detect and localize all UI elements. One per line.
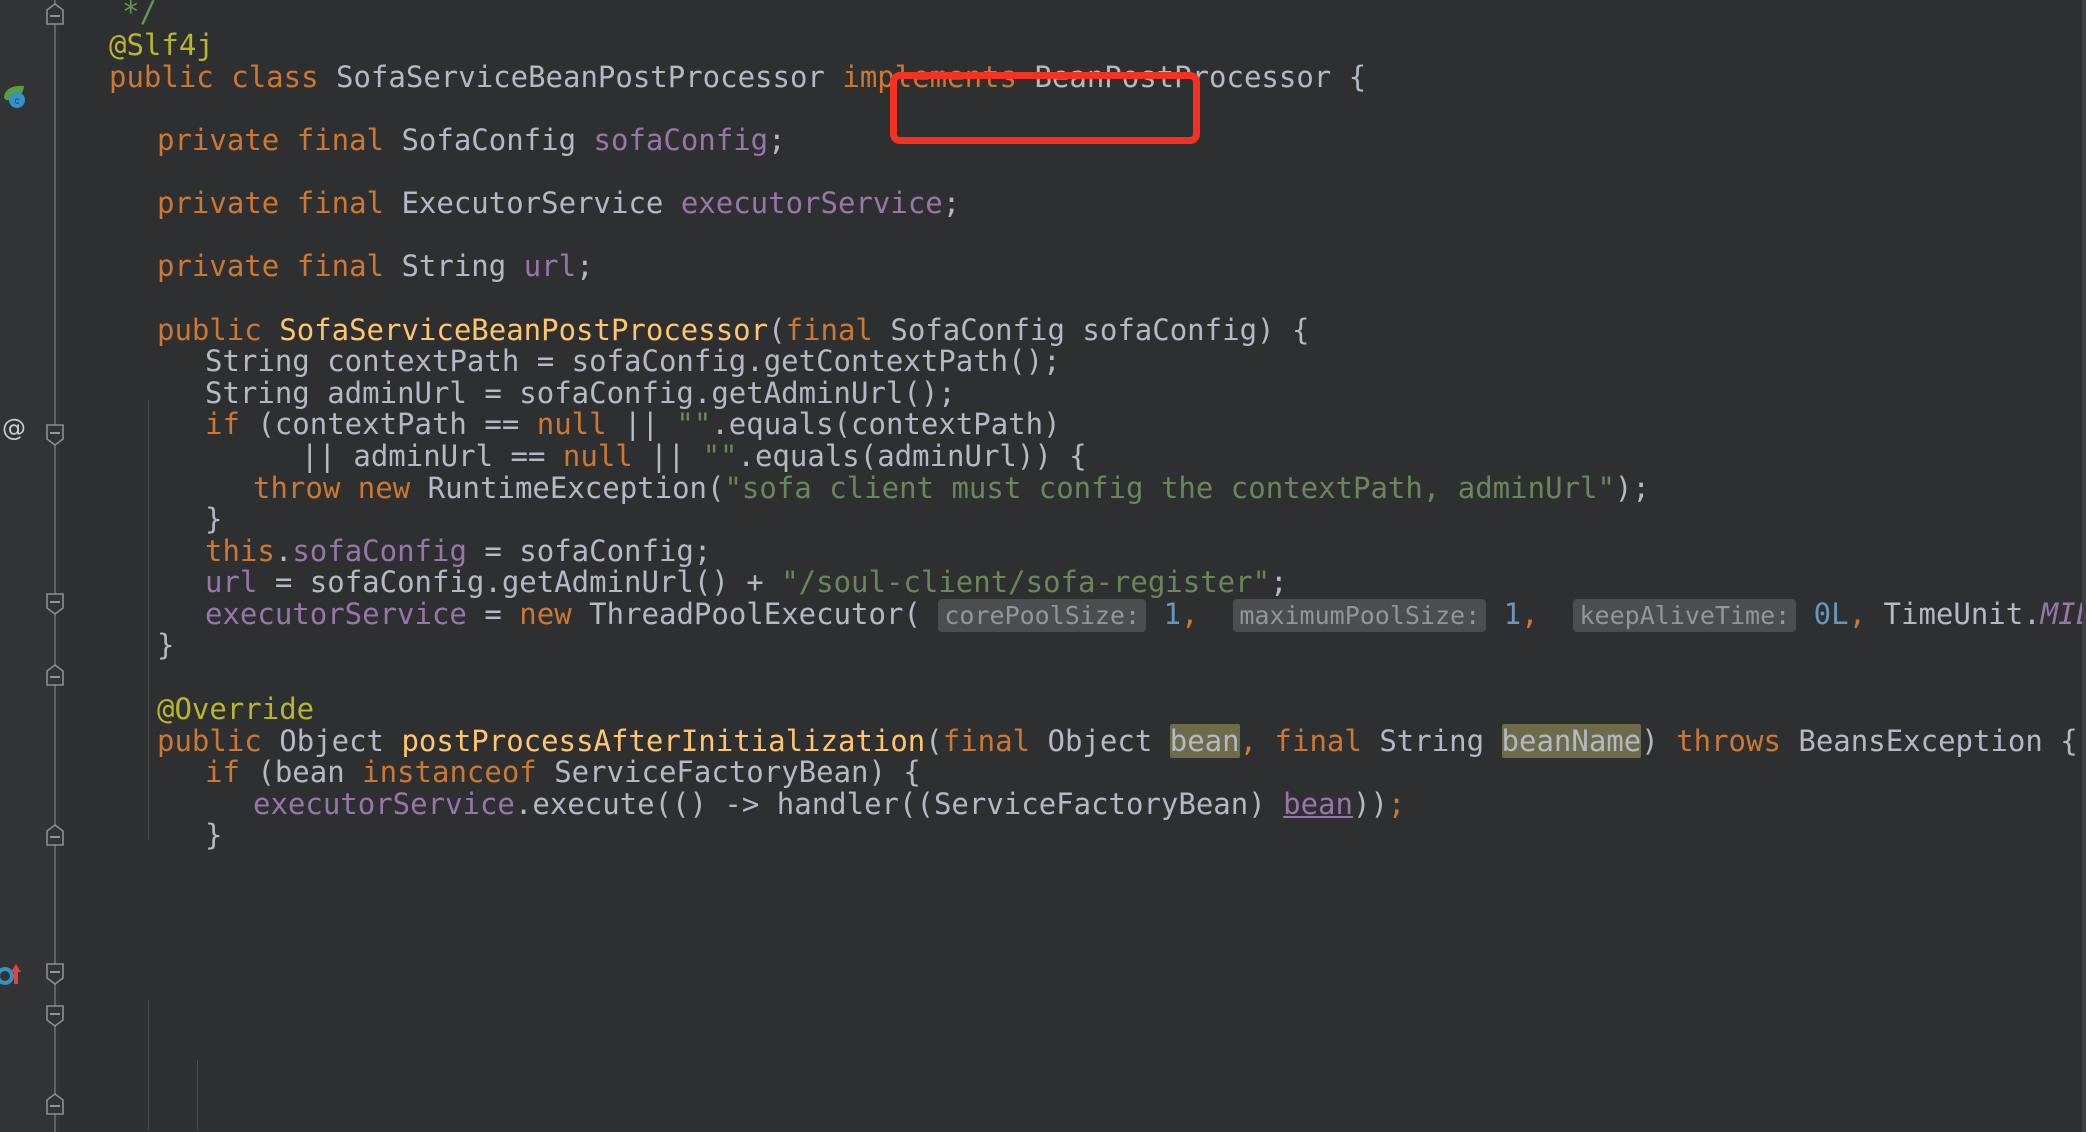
code-editor: c @ */ @Slf4j public class SofaServiceBe… [0,0,2086,1132]
indent-guide [148,1000,149,1130]
code-token-class-name: SofaServiceBeanPostProcessor [336,60,825,94]
svg-text:@: @ [2,414,26,442]
code-token-keyword-class: class [231,60,319,94]
code-token-field-name: sofaConfig [593,123,769,157]
code-line-field-sofaconfig[interactable]: private final SofaConfig sofaConfig; [157,119,786,161]
code-token-string-literal: "sofa client must config the contextPath… [724,471,1615,505]
annotation-marker-icon[interactable]: @ [0,414,30,442]
code-token-highlighted-bean: bean [1169,724,1240,758]
code-line[interactable]: executorService.execute(() -> handler((S… [253,783,1405,825]
code-token-highlighted-beanname: beanName [1501,724,1642,758]
code-token-keyword-public: public [109,60,214,94]
code-token-underlined-bean: bean [1283,787,1353,821]
spring-bean-icon[interactable]: c [2,84,28,110]
code-token-field-name: url [523,249,577,283]
code-line-class-declaration[interactable]: public class SofaServiceBeanPostProcesso… [109,56,1366,98]
code-line-field-executorservice[interactable]: private final ExecutorService executorSe… [157,182,960,224]
code-text-area[interactable]: */ @Slf4j public class SofaServiceBeanPo… [60,0,2086,1132]
code-token-interface-beanpostprocessor: BeanPostProcessor [1034,60,1332,94]
param-hint-maximum-pool-size: maximumPoolSize: [1233,599,1487,632]
editor-gutter[interactable]: c @ [0,0,64,1132]
param-hint-core-pool-size: corePoolSize: [938,599,1147,632]
code-line[interactable]: } [205,814,222,856]
indent-guide [197,1060,198,1130]
code-line[interactable]: } [157,624,174,666]
indent-guide [148,400,149,840]
code-line-throw-runtimeexception[interactable]: throw new RuntimeException("sofa client … [253,467,1650,509]
code-line-threadpoolexecutor[interactable]: executorService = new ThreadPoolExecutor… [205,593,2086,635]
implementing-method-icon[interactable] [0,958,29,985]
code-line-field-url[interactable]: private final String url; [157,245,594,287]
code-token-field-name: executorService [680,186,943,220]
svg-text:c: c [15,96,20,107]
editor-scrollbar[interactable] [2082,0,2086,1132]
param-hint-keep-alive-time: keepAliveTime: [1573,599,1797,632]
code-token-keyword-implements: implements [842,60,1017,94]
code-token-static-constant: MILLISECONDS [2040,597,2086,631]
